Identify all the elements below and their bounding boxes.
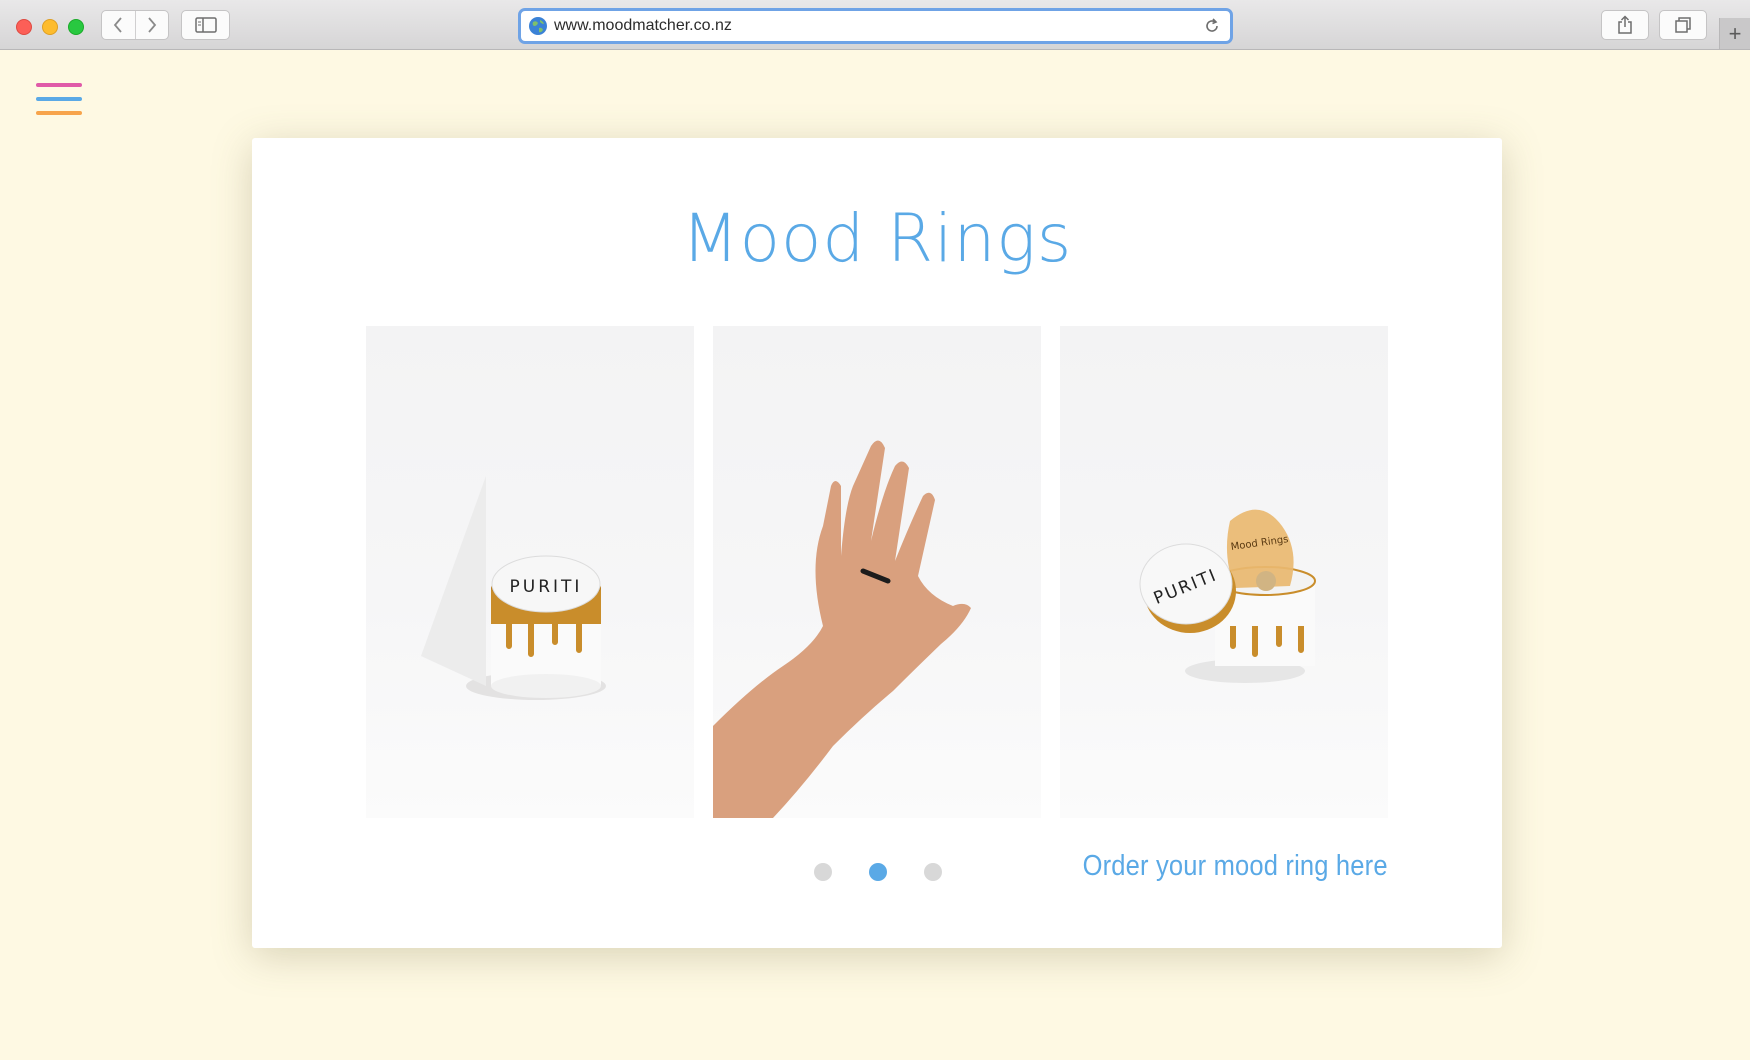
hand-with-ring-image (713, 440, 971, 818)
url-text: www.moodmatcher.co.nz (554, 17, 732, 34)
product-canister-image: PURITI (421, 476, 606, 700)
menu-line (36, 83, 82, 87)
share-button[interactable] (1601, 10, 1649, 40)
share-icon (1618, 15, 1632, 34)
carousel-dot-3[interactable] (924, 863, 942, 881)
minimize-window-button[interactable] (42, 19, 58, 35)
chevron-left-icon (114, 17, 122, 33)
menu-line (36, 97, 82, 101)
navigation-buttons (101, 10, 169, 40)
brand-label: PURITI (510, 577, 583, 597)
page-title: Mood Rings (681, 200, 1073, 277)
menu-line (36, 111, 82, 115)
zoom-window-button[interactable] (68, 19, 84, 35)
forward-button[interactable] (134, 11, 169, 39)
sidebar-icon (194, 17, 217, 33)
hamburger-menu-icon[interactable] (36, 83, 82, 116)
new-tab-button[interactable]: + (1719, 18, 1750, 49)
show-tabs-button[interactable] (1659, 10, 1707, 40)
address-bar[interactable]: www.moodmatcher.co.nz (518, 8, 1233, 44)
globe-icon (529, 17, 547, 35)
tabs-overview-icon (1675, 17, 1691, 33)
carousel-dot-2-active[interactable] (869, 863, 887, 881)
browser-toolbar: www.moodmatcher.co.nz + (0, 0, 1750, 50)
product-card: Mood Rings PURITI Mood Rings PURITI Orde… (252, 138, 1502, 948)
reload-icon[interactable] (1203, 17, 1221, 35)
chevron-right-icon (148, 17, 156, 33)
close-window-button[interactable] (16, 19, 32, 35)
carousel-image-open-box[interactable]: Mood Rings PURITI (1060, 326, 1388, 818)
carousel-image-closed-box[interactable]: PURITI (366, 326, 694, 818)
back-button[interactable] (102, 11, 135, 39)
carousel-dot-1[interactable] (814, 863, 832, 881)
carousel-image-hand-ring[interactable] (713, 326, 1041, 818)
sidebar-toggle-button[interactable] (181, 10, 230, 40)
open-canister-image: Mood Rings PURITI (1139, 509, 1316, 683)
order-mood-ring-link[interactable]: Order your mood ring here (1083, 850, 1388, 883)
